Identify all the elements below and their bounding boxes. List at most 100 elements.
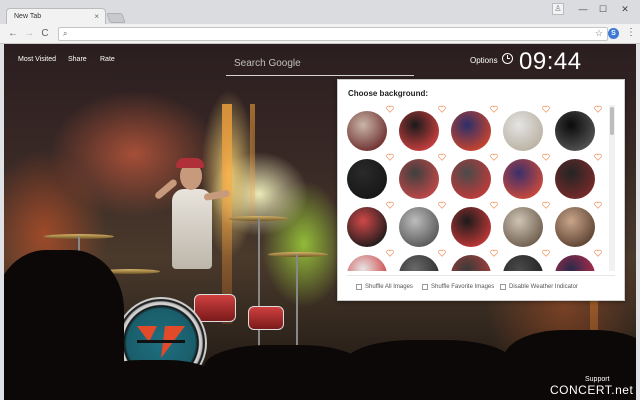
profile-icon[interactable]: ♙ <box>552 3 564 15</box>
shuffle-all-checkbox[interactable] <box>356 284 362 290</box>
thumb-10[interactable] <box>555 159 595 199</box>
background-thumbnail[interactable] <box>399 153 447 201</box>
background-thumbnail[interactable] <box>503 105 551 153</box>
tab-title: New Tab <box>14 13 42 20</box>
tab-close-icon[interactable]: × <box>94 12 99 21</box>
background-thumbnail[interactable] <box>503 201 551 249</box>
background-thumbnail[interactable] <box>347 105 395 153</box>
heart-icon[interactable] <box>594 105 602 113</box>
browser-toolbar: ← → C ⌕ ☆ S ⋮ <box>0 24 640 44</box>
heart-icon[interactable] <box>542 201 550 209</box>
background-thumbnail[interactable] <box>555 105 603 153</box>
background-thumbnail[interactable] <box>555 249 603 271</box>
browser-titlebar: New Tab × ♙ — ☐ ✕ <box>0 0 640 25</box>
thumb-2[interactable] <box>399 111 439 151</box>
thumb-20[interactable] <box>555 255 595 271</box>
thumb-14[interactable] <box>503 207 543 247</box>
heart-icon[interactable] <box>438 105 446 113</box>
shuffle-all-option[interactable]: Shuffle All Images <box>356 284 413 290</box>
thumb-6[interactable] <box>347 159 387 199</box>
heart-icon[interactable] <box>542 153 550 161</box>
back-icon[interactable]: ← <box>6 27 20 41</box>
heart-icon[interactable] <box>438 249 446 257</box>
background-thumbnail[interactable] <box>399 249 447 271</box>
heart-icon[interactable] <box>386 249 394 257</box>
support-link[interactable]: Support <box>585 376 610 383</box>
extension-icon[interactable]: S <box>608 28 619 39</box>
address-bar[interactable]: ⌕ ☆ <box>58 27 608 41</box>
rate-link[interactable]: Rate <box>100 56 115 63</box>
shuffle-all-label: Shuffle All Images <box>365 284 413 290</box>
thumb-3[interactable] <box>451 111 491 151</box>
thumb-17[interactable] <box>399 255 439 271</box>
thumb-11[interactable] <box>347 207 387 247</box>
background-thumbnail[interactable] <box>347 249 395 271</box>
background-thumbnail[interactable] <box>347 153 395 201</box>
clock-icon <box>502 53 513 64</box>
heart-icon[interactable] <box>386 153 394 161</box>
heart-icon[interactable] <box>490 249 498 257</box>
thumb-19[interactable] <box>503 255 543 271</box>
heart-icon[interactable] <box>490 201 498 209</box>
heart-icon[interactable] <box>542 105 550 113</box>
tom-drum <box>194 294 236 322</box>
heart-icon[interactable] <box>594 153 602 161</box>
thumb-13[interactable] <box>451 207 491 247</box>
heart-icon[interactable] <box>594 201 602 209</box>
most-visited-link[interactable]: Most Visited <box>18 56 56 63</box>
thumb-18[interactable] <box>451 255 491 271</box>
disable-weather-option[interactable]: Disable Weather Indicator <box>500 284 578 290</box>
heart-icon[interactable] <box>594 249 602 257</box>
share-link[interactable]: Share <box>68 56 87 63</box>
thumb-12[interactable] <box>399 207 439 247</box>
thumb-4[interactable] <box>503 111 543 151</box>
thumb-7[interactable] <box>399 159 439 199</box>
background-thumbnail[interactable] <box>347 201 395 249</box>
thumb-1[interactable] <box>347 111 387 151</box>
background-thumbnail[interactable] <box>503 249 551 271</box>
crowd-silhouette <box>204 345 364 400</box>
stage-light-beam <box>250 104 255 224</box>
crowd-silhouette <box>94 360 214 400</box>
heart-icon[interactable] <box>438 153 446 161</box>
close-window-button[interactable]: ✕ <box>612 0 638 18</box>
menu-icon[interactable]: ⋮ <box>626 27 636 38</box>
scrollbar-thumb[interactable] <box>610 107 614 135</box>
panel-title: Choose background: <box>348 89 429 98</box>
heart-icon[interactable] <box>386 201 394 209</box>
background-thumbnail[interactable] <box>399 105 447 153</box>
stage-light-beam <box>222 104 232 324</box>
reload-icon[interactable]: C <box>38 27 52 41</box>
shuffle-favorites-checkbox[interactable] <box>422 284 428 290</box>
thumb-16[interactable] <box>347 255 387 271</box>
background-thumbnail[interactable] <box>399 201 447 249</box>
search-input[interactable] <box>226 52 414 74</box>
thumb-9[interactable] <box>503 159 543 199</box>
thumb-5[interactable] <box>555 111 595 151</box>
background-thumbnail[interactable] <box>503 153 551 201</box>
search-icon: ⌕ <box>63 29 68 38</box>
background-thumbnail[interactable] <box>555 153 603 201</box>
background-thumbnail[interactable] <box>451 201 499 249</box>
heart-icon[interactable] <box>542 249 550 257</box>
background-thumbnail[interactable] <box>451 105 499 153</box>
heart-icon[interactable] <box>438 201 446 209</box>
heart-icon[interactable] <box>490 153 498 161</box>
background-thumbnail[interactable] <box>555 201 603 249</box>
background-thumbnail[interactable] <box>451 153 499 201</box>
new-tab-button[interactable] <box>106 13 126 23</box>
disable-weather-checkbox[interactable] <box>500 284 506 290</box>
thumb-15[interactable] <box>555 207 595 247</box>
forward-icon[interactable]: → <box>22 27 36 41</box>
heart-icon[interactable] <box>386 105 394 113</box>
background-thumbnail[interactable] <box>451 249 499 271</box>
site-watermark: CONCERT.net <box>550 383 634 397</box>
heart-icon[interactable] <box>490 105 498 113</box>
panel-scrollbar[interactable] <box>609 105 615 271</box>
background-chooser-panel: Choose background: Shuffle All Images Sh… <box>337 79 625 301</box>
shuffle-favorites-option[interactable]: Shuffle Favorite Images <box>422 284 494 290</box>
star-icon[interactable]: ☆ <box>595 28 603 39</box>
tab-new-tab[interactable]: New Tab × <box>6 8 106 25</box>
options-link[interactable]: Options <box>470 56 498 65</box>
thumb-8[interactable] <box>451 159 491 199</box>
